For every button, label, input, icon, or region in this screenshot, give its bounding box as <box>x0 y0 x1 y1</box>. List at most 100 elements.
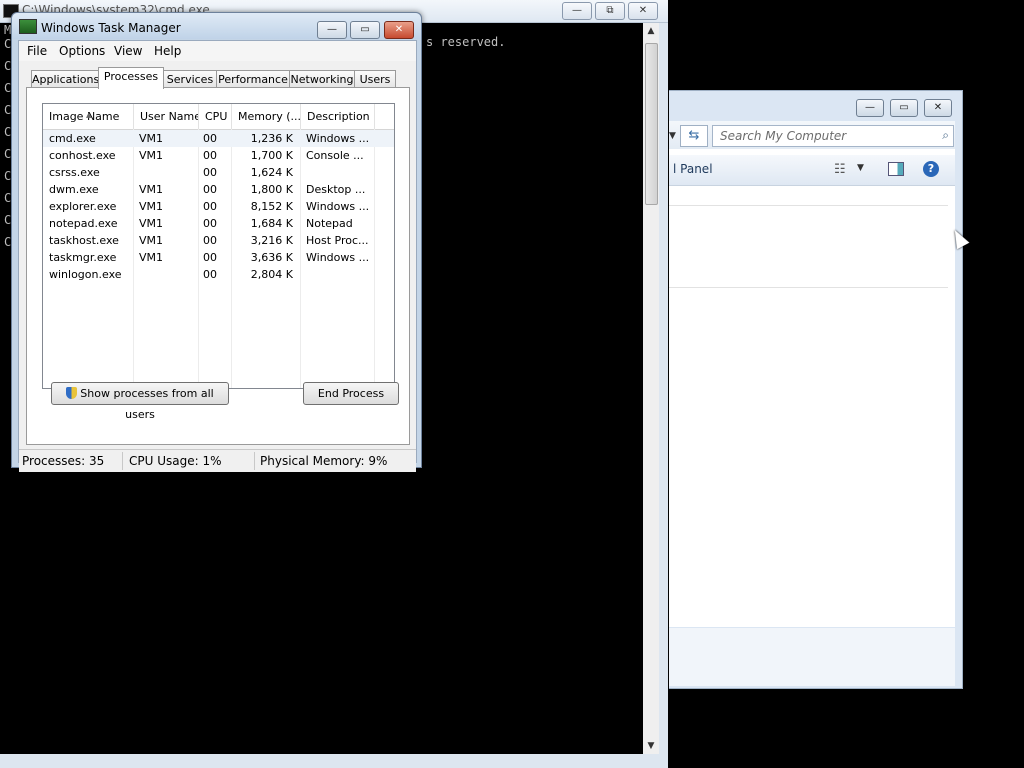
user-name-cell: VM1 <box>139 234 164 247</box>
explorer-content: ▼ ⇆ Search My Computer ⌕ l Panel ☷ ▼ ? <box>669 121 955 627</box>
explorer-minimize-button[interactable]: — <box>856 99 884 117</box>
user-name-cell: VM1 <box>139 251 164 264</box>
search-input[interactable]: Search My Computer ⌕ <box>712 125 954 147</box>
cpu-cell: 00 <box>203 217 217 230</box>
column-header-cpu[interactable]: CPU <box>199 104 232 129</box>
column-header-description[interactable]: Description <box>301 104 375 129</box>
user-name-cell <box>139 266 197 283</box>
table-row[interactable]: explorer.exe VM1 00 8,152 K Windows ... <box>43 198 394 215</box>
cmd-minimize-button[interactable]: — <box>562 2 592 20</box>
memory-cell: 3,216 K <box>250 234 293 247</box>
menu-view[interactable]: View <box>114 44 142 58</box>
column-header-memory[interactable]: Memory (... <box>232 104 301 129</box>
explorer-restore-button[interactable]: ▭ <box>890 99 918 117</box>
menu-options[interactable]: Options <box>59 44 105 58</box>
uac-shield-icon <box>66 387 78 399</box>
task-manager-icon <box>19 19 37 34</box>
menu-file[interactable]: File <box>27 44 47 58</box>
cpu-cell: 00 <box>203 268 217 281</box>
image-name-cell: dwm.exe <box>49 183 99 196</box>
column-header-user-name[interactable]: User Name <box>134 104 199 129</box>
scroll-thumb[interactable] <box>645 43 658 205</box>
tab-applications[interactable]: Applications <box>31 70 99 88</box>
description-cell: Desktop ... <box>306 183 366 196</box>
chevron-down-icon[interactable]: ▼ <box>857 163 864 173</box>
explorer-close-button[interactable]: ✕ <box>924 99 952 117</box>
description-cell: Windows ... <box>306 251 370 264</box>
table-row[interactable]: taskmgr.exe VM1 00 3,636 K Windows ... <box>43 249 394 266</box>
user-name-cell: VM1 <box>139 132 164 145</box>
window-frame <box>0 754 668 768</box>
table-row[interactable]: notepad.exe VM1 00 1,684 K Notepad <box>43 215 394 232</box>
minimize-button[interactable]: — <box>317 21 347 39</box>
user-name-cell: VM1 <box>139 217 164 230</box>
divider <box>669 205 948 206</box>
process-table[interactable]: ▲ Image Name User Name CPU Memory (... D… <box>42 103 395 389</box>
cmd-scrollbar[interactable]: ▲ ▼ <box>643 23 659 754</box>
image-name-cell: taskhost.exe <box>49 234 119 247</box>
image-name-cell: explorer.exe <box>49 200 117 213</box>
table-row[interactable]: dwm.exe VM1 00 1,800 K Desktop ... <box>43 181 394 198</box>
views-icon[interactable]: ☷ <box>834 162 846 177</box>
cmd-close-button[interactable]: ✕ <box>628 2 658 20</box>
tab-networking[interactable]: Networking <box>289 70 355 88</box>
table-row[interactable]: taskhost.exe VM1 00 3,216 K Host Proc... <box>43 232 394 249</box>
table-row[interactable]: cmd.exe VM1 00 1,236 K Windows ... <box>43 130 394 147</box>
table-row[interactable]: conhost.exe VM1 00 1,700 K Console ... <box>43 147 394 164</box>
tab-services[interactable]: Services <box>163 70 217 88</box>
tab-performance[interactable]: Performance <box>216 70 290 88</box>
console-text: s reserved. <box>426 35 506 49</box>
table-row[interactable]: winlogon.exe 00 2,804 K <box>43 266 394 283</box>
end-process-button[interactable]: End Process <box>303 382 399 405</box>
explorer-toolbar: l Panel ☷ ▼ ? <box>669 155 955 186</box>
cpu-cell: 00 <box>203 251 217 264</box>
description-cell <box>306 266 374 283</box>
explorer-titlebar[interactable]: — ▭ ✕ <box>669 91 962 121</box>
cpu-cell: 00 <box>203 200 217 213</box>
column-header-image-name[interactable]: ▲ Image Name <box>43 104 134 129</box>
refresh-icon[interactable]: ⇆ <box>680 125 708 147</box>
close-button[interactable]: ✕ <box>384 21 414 39</box>
search-placeholder: Search My Computer <box>720 129 847 143</box>
show-all-users-button[interactable]: Show processes from all users <box>51 382 229 421</box>
button-label: Show processes from all users <box>80 387 214 421</box>
breadcrumb[interactable]: l Panel <box>673 162 713 176</box>
description-cell <box>306 164 374 181</box>
description-cell: Windows ... <box>306 132 370 145</box>
column-label: Image Name <box>49 110 120 123</box>
memory-cell: 1,800 K <box>250 183 293 196</box>
cmd-restore-button[interactable]: ⧉ <box>595 2 625 20</box>
sort-ascending-icon: ▲ <box>86 111 92 119</box>
menu-help[interactable]: Help <box>154 44 181 58</box>
table-row[interactable]: csrss.exe 00 1,624 K <box>43 164 394 181</box>
cpu-cell: 00 <box>203 234 217 247</box>
menu-bar: File Options View Help <box>19 41 416 61</box>
tab-users[interactable]: Users <box>354 70 396 88</box>
help-icon[interactable]: ? <box>923 161 939 177</box>
cpu-cell: 00 <box>203 132 217 145</box>
image-name-cell: taskmgr.exe <box>49 251 117 264</box>
divider <box>122 452 123 470</box>
status-physical-memory: Physical Memory: 9% <box>260 454 388 468</box>
chevron-down-icon[interactable]: ▼ <box>669 127 677 145</box>
search-icon[interactable]: ⌕ <box>942 128 949 143</box>
details-pane <box>669 628 955 686</box>
restore-button[interactable]: ▭ <box>350 21 380 39</box>
task-manager-body: File Options View Help Applications Proc… <box>18 40 417 472</box>
user-name-cell: VM1 <box>139 183 164 196</box>
processes-panel: ▲ Image Name User Name CPU Memory (... D… <box>26 87 410 445</box>
user-name-cell: VM1 <box>139 200 164 213</box>
divider <box>254 452 255 470</box>
tab-strip: Applications Processes Services Performa… <box>26 67 410 89</box>
explorer-window: — ▭ ✕ ▼ ⇆ Search My Computer ⌕ l Panel ☷… <box>669 90 963 689</box>
preview-pane-icon[interactable] <box>888 162 904 176</box>
scroll-up-icon[interactable]: ▲ <box>643 23 659 39</box>
task-manager-titlebar[interactable]: Windows Task Manager — ▭ ✕ <box>12 13 421 39</box>
description-cell: Windows ... <box>306 200 370 213</box>
scroll-down-icon[interactable]: ▼ <box>643 738 659 754</box>
tab-processes[interactable]: Processes <box>98 67 164 89</box>
image-name-cell: csrss.exe <box>49 166 100 179</box>
cpu-cell: 00 <box>203 183 217 196</box>
window-frame <box>659 23 668 768</box>
task-manager-window: Windows Task Manager — ▭ ✕ File Options … <box>11 12 422 472</box>
